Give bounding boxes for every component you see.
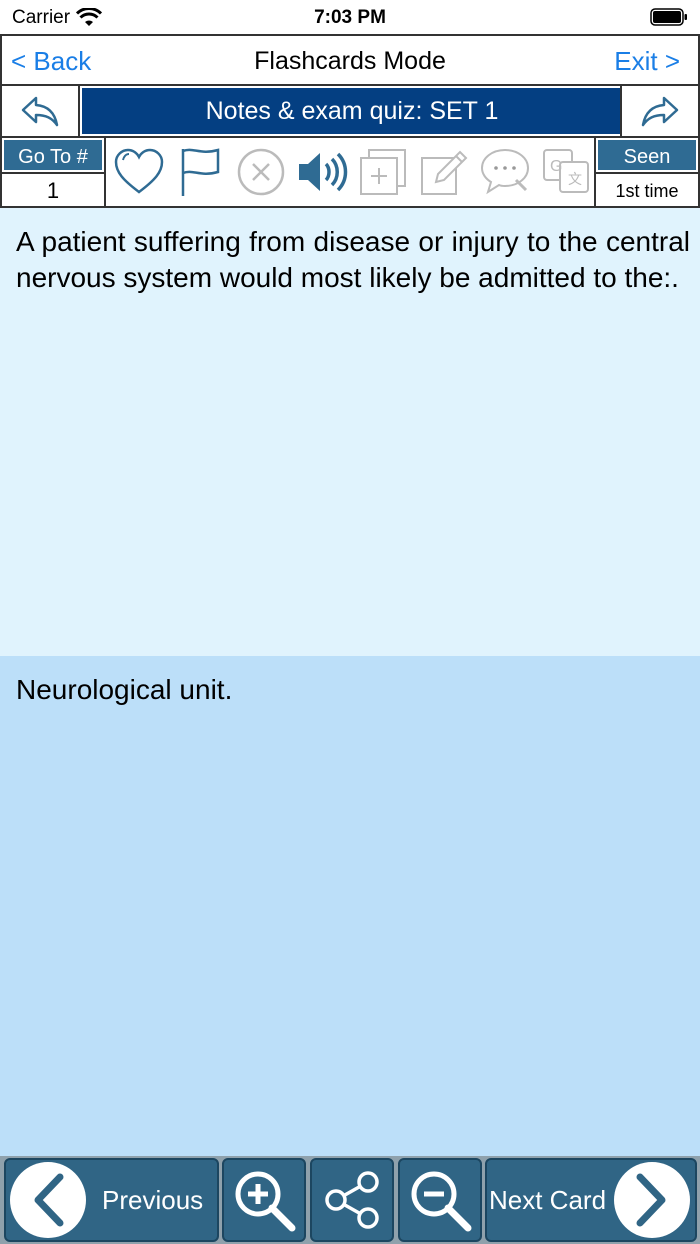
svg-text:G: G <box>550 158 562 175</box>
zoom-out-button[interactable] <box>398 1158 482 1242</box>
previous-circle <box>10 1162 86 1238</box>
audio-button[interactable] <box>295 145 349 199</box>
add-card-button[interactable] <box>356 145 410 199</box>
translate-icon: G 文 <box>542 149 589 193</box>
seen-box: Seen 1st time <box>594 138 698 206</box>
edit-button[interactable] <box>417 145 471 199</box>
svg-text:文: 文 <box>568 172 582 188</box>
answer-panel[interactable]: Neurological unit. <box>0 656 700 1156</box>
next-card-button[interactable]: Next Card <box>485 1158 697 1242</box>
forward-arrow-icon <box>641 96 679 127</box>
zoom-in-icon <box>235 1171 296 1232</box>
battery-icon <box>650 8 687 26</box>
set-row: Notes & exam quiz: SET 1 <box>0 86 700 138</box>
chevron-left-icon <box>34 1173 64 1227</box>
tool-row: Go To # 1 G 文 Seen 1st time <box>0 138 700 208</box>
seen-value: 1st time <box>596 172 698 206</box>
close-circle-icon <box>237 148 284 196</box>
heart-icon <box>114 148 163 194</box>
share-icon <box>325 1171 379 1229</box>
page-title: Flashcards Mode <box>254 47 446 75</box>
previous-button[interactable]: Previous <box>4 1158 219 1242</box>
speaker-icon <box>298 152 347 192</box>
nav-bar: < Back Flashcards Mode Exit > <box>0 34 700 86</box>
translate-button[interactable]: G 文 <box>539 145 593 199</box>
favorite-button[interactable] <box>112 145 166 199</box>
flag-button[interactable] <box>173 145 227 199</box>
reply-arrow-icon <box>21 96 59 127</box>
comment-icon <box>480 148 529 195</box>
answer-text: Neurological unit. <box>16 674 233 705</box>
bottom-bar: Previous Next Card <box>0 1156 700 1244</box>
seen-label: Seen <box>596 138 698 172</box>
edit-icon <box>420 150 467 195</box>
question-text: A patient suffering from disease or inju… <box>16 226 690 293</box>
add-card-icon <box>359 149 406 195</box>
question-panel[interactable]: A patient suffering from disease or inju… <box>0 208 700 656</box>
goto-input[interactable]: 1 <box>2 172 104 206</box>
flag-icon <box>181 148 219 196</box>
comment-button[interactable] <box>478 145 532 199</box>
goto-box[interactable]: Go To # 1 <box>2 138 106 206</box>
goto-label: Go To # <box>2 138 104 172</box>
next-circle <box>614 1162 691 1238</box>
share-button[interactable] <box>310 1158 394 1242</box>
zoom-in-button[interactable] <box>222 1158 306 1242</box>
exit-button[interactable]: Exit > <box>614 46 680 77</box>
set-title: Notes & exam quiz: SET 1 <box>82 88 622 134</box>
zoom-out-icon <box>411 1171 472 1232</box>
next-card-label: Next Card <box>489 1184 607 1215</box>
status-bar: Carrier 7:03 PM <box>0 0 700 34</box>
chevron-right-icon <box>636 1173 666 1227</box>
next-set-button[interactable] <box>620 86 698 136</box>
previous-label: Previous <box>102 1184 204 1215</box>
tool-icons: G 文 <box>108 138 596 206</box>
status-time: 7:03 PM <box>314 7 386 28</box>
previous-set-button[interactable] <box>2 86 80 136</box>
dismiss-button[interactable] <box>234 145 288 199</box>
